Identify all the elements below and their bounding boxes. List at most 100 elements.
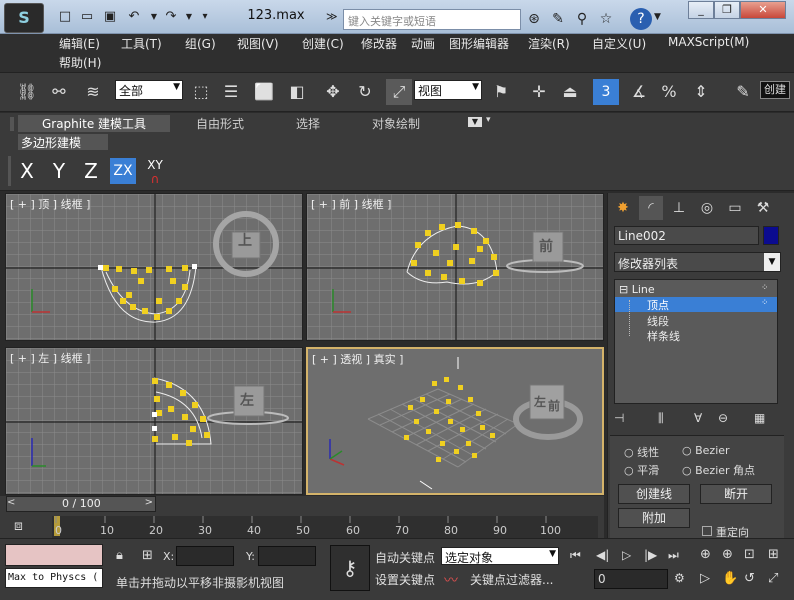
zoom-extents-all-icon[interactable]: ⊞ xyxy=(768,547,779,562)
pivot-center-icon[interactable]: ⚑ xyxy=(488,79,514,105)
menu-create[interactable]: 创建(C) xyxy=(302,35,344,52)
tab-freeform[interactable]: 自由形式 xyxy=(196,115,244,132)
menu-views[interactable]: 视图(V) xyxy=(237,35,279,52)
y-coord-input[interactable] xyxy=(258,546,316,566)
save-icon[interactable]: ▣ xyxy=(101,8,119,26)
polygon-modeling-panel[interactable]: 多边形建模 xyxy=(18,134,108,150)
select-object-icon[interactable]: ⬚ xyxy=(188,79,214,105)
pin-stack-icon[interactable]: ⊣ xyxy=(614,411,634,427)
play-icon[interactable]: ▷ xyxy=(622,548,631,562)
menu-rendering[interactable]: 渲染(R) xyxy=(528,35,570,52)
selection-filter-dropdown[interactable]: 全部 ▼ xyxy=(115,80,183,100)
maximize-viewport-icon[interactable]: ⤢ xyxy=(768,571,778,586)
modifier-list-dropdown[interactable]: 修改器列表 ▼ xyxy=(614,252,781,272)
menu-group[interactable]: 组(G) xyxy=(185,35,216,52)
hierarchy-tab-icon[interactable]: ⊥ xyxy=(667,196,691,220)
signin-icon[interactable]: ⚲ xyxy=(572,9,592,29)
rotate-icon[interactable]: ↻ xyxy=(352,79,378,105)
time-slider-next-icon[interactable]: > xyxy=(145,497,153,508)
auto-key-button[interactable]: 自动关键点 xyxy=(375,549,435,566)
zoom-all-icon[interactable]: ⊕ xyxy=(722,547,733,562)
set-key-button[interactable]: 设置关键点 xyxy=(375,571,435,588)
next-frame-icon[interactable]: |▶ xyxy=(644,548,657,562)
stack-item-line[interactable]: ⊟ Line xyxy=(619,283,655,296)
absolute-mode-icon[interactable]: ⊞ xyxy=(142,548,153,563)
help-icon[interactable]: ? xyxy=(630,8,652,30)
unlink-icon[interactable]: ⚯ xyxy=(46,79,72,105)
viewport-top[interactable]: 上 [ + ] 顶 ] 线框 ] xyxy=(5,193,303,341)
stack-item-segment[interactable]: 线段 xyxy=(647,313,669,329)
display-tab-icon[interactable]: ▭ xyxy=(723,196,747,220)
keyboard-shortcut-icon[interactable]: ⏏ xyxy=(557,79,583,105)
goto-end-icon[interactable]: ⏭ xyxy=(668,548,679,563)
axis-x-button[interactable]: X xyxy=(14,158,40,184)
spinner-snap-icon[interactable]: ⇕ xyxy=(688,79,714,105)
zoom-icon[interactable]: ⊕ xyxy=(700,547,711,562)
viewport-label-perspective[interactable]: [ + ] 透视 ] 真实 ] xyxy=(312,351,403,367)
viewport-label-top[interactable]: [ + ] 顶 ] 线框 ] xyxy=(10,196,90,212)
key-icon[interactable]: ⚷ xyxy=(330,545,370,591)
restore-button[interactable]: ❐ xyxy=(714,1,740,19)
menu-edit[interactable]: 编辑(E) xyxy=(59,35,100,52)
binoculars-icon[interactable]: ⊛ xyxy=(524,9,544,29)
axis-z-button[interactable]: Z xyxy=(78,158,104,184)
wrench-icon[interactable]: ✎ xyxy=(548,9,568,29)
radio-linear[interactable]: ○ 线性 xyxy=(624,444,659,460)
window-crossing-icon[interactable]: ◧ xyxy=(284,79,310,105)
curve-editor-icon[interactable]: ⧈ xyxy=(14,518,36,534)
pan-icon[interactable]: ✋ xyxy=(722,571,738,586)
menu-graph-editors[interactable]: 图形编辑器 xyxy=(449,35,509,52)
axis-zx-button[interactable]: ZX xyxy=(110,158,136,184)
utilities-tab-icon[interactable]: ⚒ xyxy=(751,196,775,220)
undo-dropdown-icon[interactable]: ▼ xyxy=(145,8,163,26)
motion-tab-icon[interactable]: ◎ xyxy=(695,196,719,220)
make-unique-icon[interactable]: ∀ xyxy=(694,411,714,427)
viewport-label-left[interactable]: [ + ] 左 ] 线框 ] xyxy=(10,350,90,366)
help-dropdown-icon[interactable]: ▼ xyxy=(654,12,661,22)
selection-lock-icon[interactable]: 🔒︎ xyxy=(116,548,123,563)
new-file-icon[interactable]: □ xyxy=(56,8,74,26)
radio-bezier[interactable]: ○ Bezier xyxy=(682,444,730,457)
time-slider-prev-icon[interactable]: < xyxy=(7,497,19,511)
menu-modifiers[interactable]: 修改器 xyxy=(361,35,397,52)
orbit-icon[interactable]: ↺ xyxy=(744,571,755,586)
maxscript-mini-listener-pink[interactable] xyxy=(5,544,103,566)
tab-graphite[interactable]: Graphite 建模工具 xyxy=(18,115,170,132)
time-config-icon[interactable]: ⚙ xyxy=(674,571,685,585)
edit-named-selection-icon[interactable]: ✎ xyxy=(730,79,756,105)
menu-tools[interactable]: 工具(T) xyxy=(121,35,162,52)
select-manipulate-icon[interactable]: ✛ xyxy=(526,79,552,105)
object-color-swatch[interactable] xyxy=(763,226,779,245)
menu-help[interactable]: 帮助(H) xyxy=(59,54,101,71)
menu-animation[interactable]: 动画 xyxy=(411,35,435,52)
key-mode-dropdown[interactable]: 选定对象 ▼ xyxy=(441,547,559,565)
radio-smooth[interactable]: ○ 平滑 xyxy=(624,462,659,478)
zoom-extents-icon[interactable]: ⊡ xyxy=(744,547,755,562)
undo-icon[interactable]: ↶ xyxy=(125,8,143,26)
object-name-input[interactable]: Line002 xyxy=(614,226,759,245)
viewport-label-front[interactable]: [ + ] 前 ] 线框 ] xyxy=(311,196,391,212)
x-coord-input[interactable] xyxy=(176,546,234,566)
current-frame-input[interactable]: 0 xyxy=(594,569,668,589)
axis-xy-button[interactable]: XY ∩ xyxy=(142,158,168,186)
percent-snap-icon[interactable]: % xyxy=(656,79,682,105)
maxscript-listener-input[interactable]: Max to Physcs ( xyxy=(5,568,103,588)
customize-dropdown-icon[interactable]: ▾ xyxy=(196,8,214,26)
show-end-result-icon[interactable]: ⫼ xyxy=(658,411,678,427)
create-line-button[interactable]: 创建线 xyxy=(618,484,690,504)
fov-icon[interactable]: ▷ xyxy=(700,571,710,586)
redo-icon[interactable]: ↷ xyxy=(162,8,180,26)
scale-icon[interactable]: ⤢ xyxy=(386,79,412,105)
named-selection-set[interactable]: 创建 xyxy=(760,81,790,99)
ribbon-options-icon[interactable]: ▼ xyxy=(468,117,482,127)
search-input[interactable]: 键入关键字或短语 xyxy=(343,9,521,30)
select-by-name-icon[interactable]: ☰ xyxy=(218,79,244,105)
attach-button[interactable]: 附加 xyxy=(618,508,690,528)
move-icon[interactable]: ✥ xyxy=(320,79,346,105)
reorient-checkbox[interactable] xyxy=(702,526,712,536)
ribbon-dropdown-icon[interactable]: ▾ xyxy=(486,115,491,125)
star-icon[interactable]: ☆ xyxy=(596,9,616,29)
stack-item-vertex[interactable]: 顶点 xyxy=(615,297,777,312)
key-filters-button[interactable]: 关键点过滤器... xyxy=(470,571,553,588)
tab-object-paint[interactable]: 对象绘制 xyxy=(372,115,420,132)
